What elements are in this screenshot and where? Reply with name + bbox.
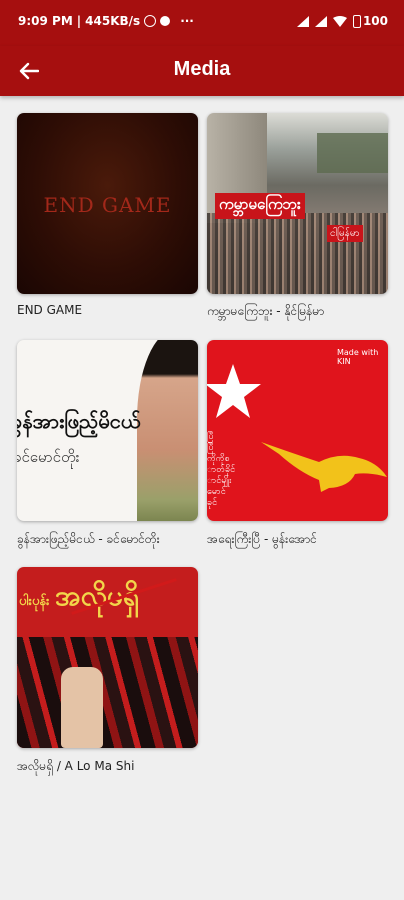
media-title: ကမ္ဘာမကြေဘူး - နိုင်မြန်မာ [207,304,325,318]
credit-line: ကိုကိုစ [207,454,230,464]
thumbnail-title: အလိုမရှိ [55,579,140,612]
media-title: အရေးကြီးပြီ - မွန်းအောင် [207,532,317,546]
thumbnail-hand [61,667,103,748]
media-title: ခွန်အားဖြည့်မိငယ် - ခင်မောင်တိုး [17,532,160,546]
star-icon [207,364,261,418]
thumbnail-title: ကမ္ဘာမကြေဘူး [215,193,305,219]
thumbnail-portrait [137,340,198,521]
thumbnail-subtitle: ခင်မောင်တိုး [17,448,80,466]
data-saver-icon [144,15,157,27]
messenger-icon [160,16,171,26]
media-title: အလိုမရှိ / A Lo Ma Shi [17,759,135,773]
thumbnail-credits: ပြီ ပြီ ကိုကိုစ ာတ်ခိုင် ာင်မျိုး မောင် … [207,432,247,509]
credit-line: ပြီ [207,432,214,442]
media-card-khun-ar-phyat[interactable]: ခွန်အားဖြည့်မိငယ် ခင်မောင်တိုး [17,340,198,521]
more-notifications-icon: ··· [180,14,194,28]
credit-line: ာတ်ခိုင် [207,465,236,475]
wifi-icon [332,15,347,27]
thumbnail-fists [17,637,198,748]
media-card-end-game[interactable]: END GAME [17,113,198,294]
signal-icon [314,15,327,27]
battery-icon [352,14,361,28]
status-time: 9:09 PM [18,14,73,28]
media-title: END GAME [17,303,83,317]
battery-level: 100 [362,14,388,28]
thumbnail-title: ခွန်အားဖြည့်မိငယ် [17,409,141,433]
page-title: Media [173,58,231,80]
thumbnail-title: END GAME [43,193,172,217]
signal-icon [296,15,309,27]
media-card-a-lo-ma-shi[interactable]: အလိုမရှိ ပါးပုန်း [17,567,198,748]
thumbnail-watermark: Made with KIN [337,348,379,366]
status-network-speed: 445KB/s [85,14,141,28]
peacock-icon [261,442,387,492]
media-card-a-yay-kyi-pyi[interactable]: Made with KIN ပြီ ပြီ ကိုကိုစ ာတ်ခိုင် ာ… [207,340,388,521]
credit-line: ပြီ [207,443,214,453]
thumbnail-trees [317,133,388,173]
media-card-kaba-ma-kyay-buu[interactable]: ကမ္ဘာမကြေဘူး ငါမြန်မာ [207,113,388,294]
thumbnail-subtitle: ငါမြန်မာ [327,225,363,242]
status-bar: 9:09 PM | 445KB/s ··· 100 [0,0,404,46]
credit-line: ာင်မျိုး [207,476,232,486]
credit-line: ခုင် [207,498,218,508]
thumbnail-side-text: ပါးပုန်း [19,594,50,609]
app-bar: Media [0,46,404,96]
credit-line: မောင် [207,487,226,497]
